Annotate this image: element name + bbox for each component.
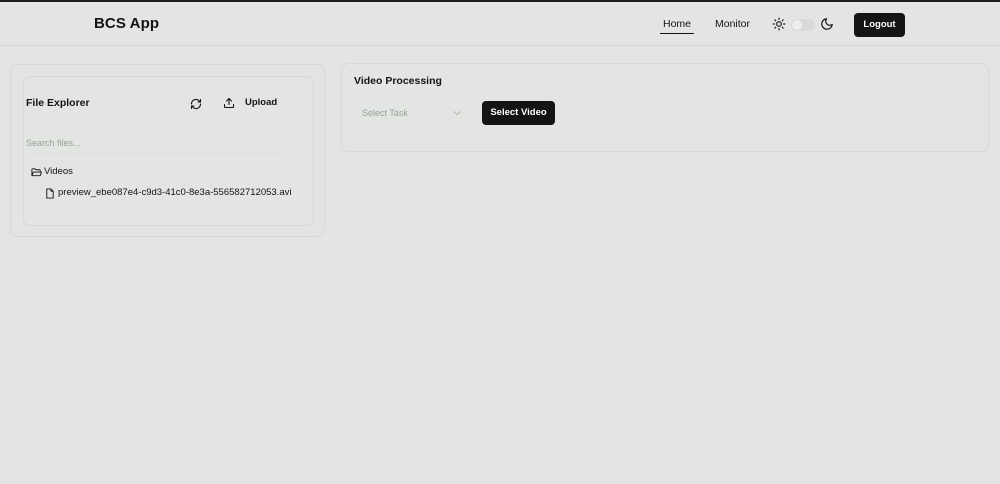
file-icon xyxy=(46,188,54,199)
theme-toggle-switch[interactable] xyxy=(791,19,815,31)
moon-icon xyxy=(820,17,834,31)
file-name: preview_ebe087e4-c9d3-41c0-8e3a-55658271… xyxy=(58,187,292,198)
upload-icon xyxy=(223,97,235,109)
search-files-input[interactable] xyxy=(26,133,282,153)
nav-link-monitor[interactable]: Monitor xyxy=(715,18,750,30)
app-brand: BCS App xyxy=(94,15,160,32)
top-navbar: BCS App Home Monitor Logout xyxy=(0,2,1000,46)
refresh-icon[interactable] xyxy=(190,97,202,110)
select-video-button[interactable]: Select Video xyxy=(482,101,555,125)
video-processing-title: Video Processing xyxy=(354,75,442,87)
upload-label: Upload xyxy=(245,97,278,108)
folder-name: Videos xyxy=(44,166,73,177)
file-explorer-title: File Explorer xyxy=(26,97,90,109)
video-processing-panel: Video Processing Select Task Select Vide… xyxy=(341,63,989,152)
toggle-knob xyxy=(792,20,802,30)
nav-link-home[interactable]: Home xyxy=(659,18,695,34)
chevron-down-icon xyxy=(453,111,461,116)
task-select-dropdown[interactable]: Select Task xyxy=(355,101,465,125)
task-select-placeholder: Select Task xyxy=(362,108,408,118)
sun-icon xyxy=(772,17,786,31)
file-explorer-panel: File Explorer Upload Videos preview_ebe0… xyxy=(10,64,325,237)
logout-button[interactable]: Logout xyxy=(854,13,905,37)
folder-open-icon xyxy=(31,168,42,177)
